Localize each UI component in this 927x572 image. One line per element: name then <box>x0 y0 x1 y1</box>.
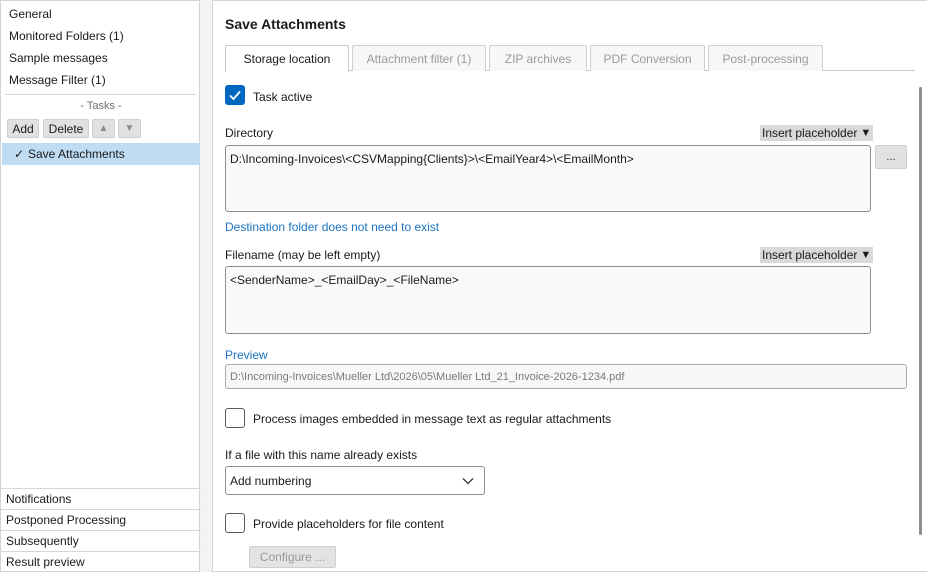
task-active-label: Task active <box>253 90 313 104</box>
page-title: Save Attachments <box>225 16 346 32</box>
insert-placeholder-filename-button[interactable]: Insert placeholder ▼ <box>760 247 874 263</box>
tab-zip-archives[interactable]: ZIP archives <box>489 45 587 71</box>
provide-placeholders-checkbox[interactable] <box>225 513 245 533</box>
task-active-checkbox[interactable] <box>225 85 245 105</box>
nav-item-monitored-folders[interactable]: Monitored Folders (1) <box>9 29 124 43</box>
configure-button[interactable]: Configure ... <box>249 546 336 568</box>
settings-nav-panel: General Monitored Folders (1) Sample mes… <box>0 0 201 572</box>
vertical-scrollbar[interactable] <box>919 87 922 535</box>
nav-item-sample-messages[interactable]: Sample messages <box>9 51 108 65</box>
file-exists-select[interactable]: Add numbering <box>225 466 485 495</box>
tab-attachment-filter[interactable]: Attachment filter (1) <box>352 45 486 71</box>
dropdown-triangle-icon: ▼ <box>860 127 872 139</box>
tasks-separator <box>5 94 196 95</box>
task-item-save-attachments[interactable]: ✓ Save Attachments <box>2 143 200 165</box>
provide-placeholders-label: Provide placeholders for file content <box>253 517 444 531</box>
process-images-checkbox[interactable] <box>225 408 245 428</box>
delete-task-button[interactable]: Delete <box>43 119 89 138</box>
move-down-button[interactable]: ▼ <box>118 119 141 138</box>
dropdown-triangle-icon: ▼ <box>860 249 872 261</box>
insert-placeholder-label: Insert placeholder <box>762 248 858 262</box>
tab-post-processing[interactable]: Post-processing <box>708 45 823 71</box>
tab-storage-location[interactable]: Storage location <box>225 45 349 72</box>
file-exists-selected-value: Add numbering <box>230 473 312 488</box>
task-item-label: Save Attachments <box>28 147 125 161</box>
arrow-up-icon: ▲ <box>98 123 109 134</box>
check-icon: ✓ <box>14 147 25 161</box>
move-up-button[interactable]: ▲ <box>92 119 115 138</box>
checkmark-icon <box>229 90 241 101</box>
nav-item-result-preview[interactable]: Result preview <box>1 551 201 572</box>
arrow-down-icon: ▼ <box>124 123 135 134</box>
insert-placeholder-label: Insert placeholder <box>762 126 858 140</box>
insert-placeholder-directory-button[interactable]: Insert placeholder ▼ <box>760 125 874 141</box>
filename-input[interactable]: <SenderName>_<EmailDay>_<FileName> <box>225 266 871 334</box>
directory-input[interactable]: D:\Incoming-Invoices\<CSVMapping{Clients… <box>225 145 871 212</box>
tab-bar: Storage location Attachment filter (1) Z… <box>225 45 925 72</box>
preview-label: Preview <box>225 348 268 362</box>
nav-item-postponed-processing[interactable]: Postponed Processing <box>1 509 201 530</box>
nav-item-general[interactable]: General <box>9 7 52 21</box>
nav-item-subsequently[interactable]: Subsequently <box>1 530 201 551</box>
tasks-heading: - Tasks - <box>80 100 122 112</box>
browse-folder-button[interactable]: ... <box>875 145 907 169</box>
tab-pdf-conversion[interactable]: PDF Conversion <box>590 45 705 71</box>
destination-hint: Destination folder does not need to exis… <box>225 220 440 234</box>
nav-item-notifications[interactable]: Notifications <box>1 488 201 509</box>
preview-field: D:\Incoming-Invoices\Mueller Ltd\2026\05… <box>225 364 907 389</box>
filename-label: Filename (may be left empty) <box>225 248 381 262</box>
directory-label: Directory <box>225 126 274 140</box>
file-exists-label: If a file with this name already exists <box>225 448 418 462</box>
nav-item-message-filter[interactable]: Message Filter (1) <box>9 73 106 87</box>
add-task-button[interactable]: Add <box>7 119 39 138</box>
process-images-label: Process images embedded in message text … <box>253 412 612 426</box>
chevron-down-icon <box>462 478 474 485</box>
task-settings-panel: Save Attachments Storage location Attach… <box>212 0 927 572</box>
bottom-nav: Notifications Postponed Processing Subse… <box>1 488 201 572</box>
